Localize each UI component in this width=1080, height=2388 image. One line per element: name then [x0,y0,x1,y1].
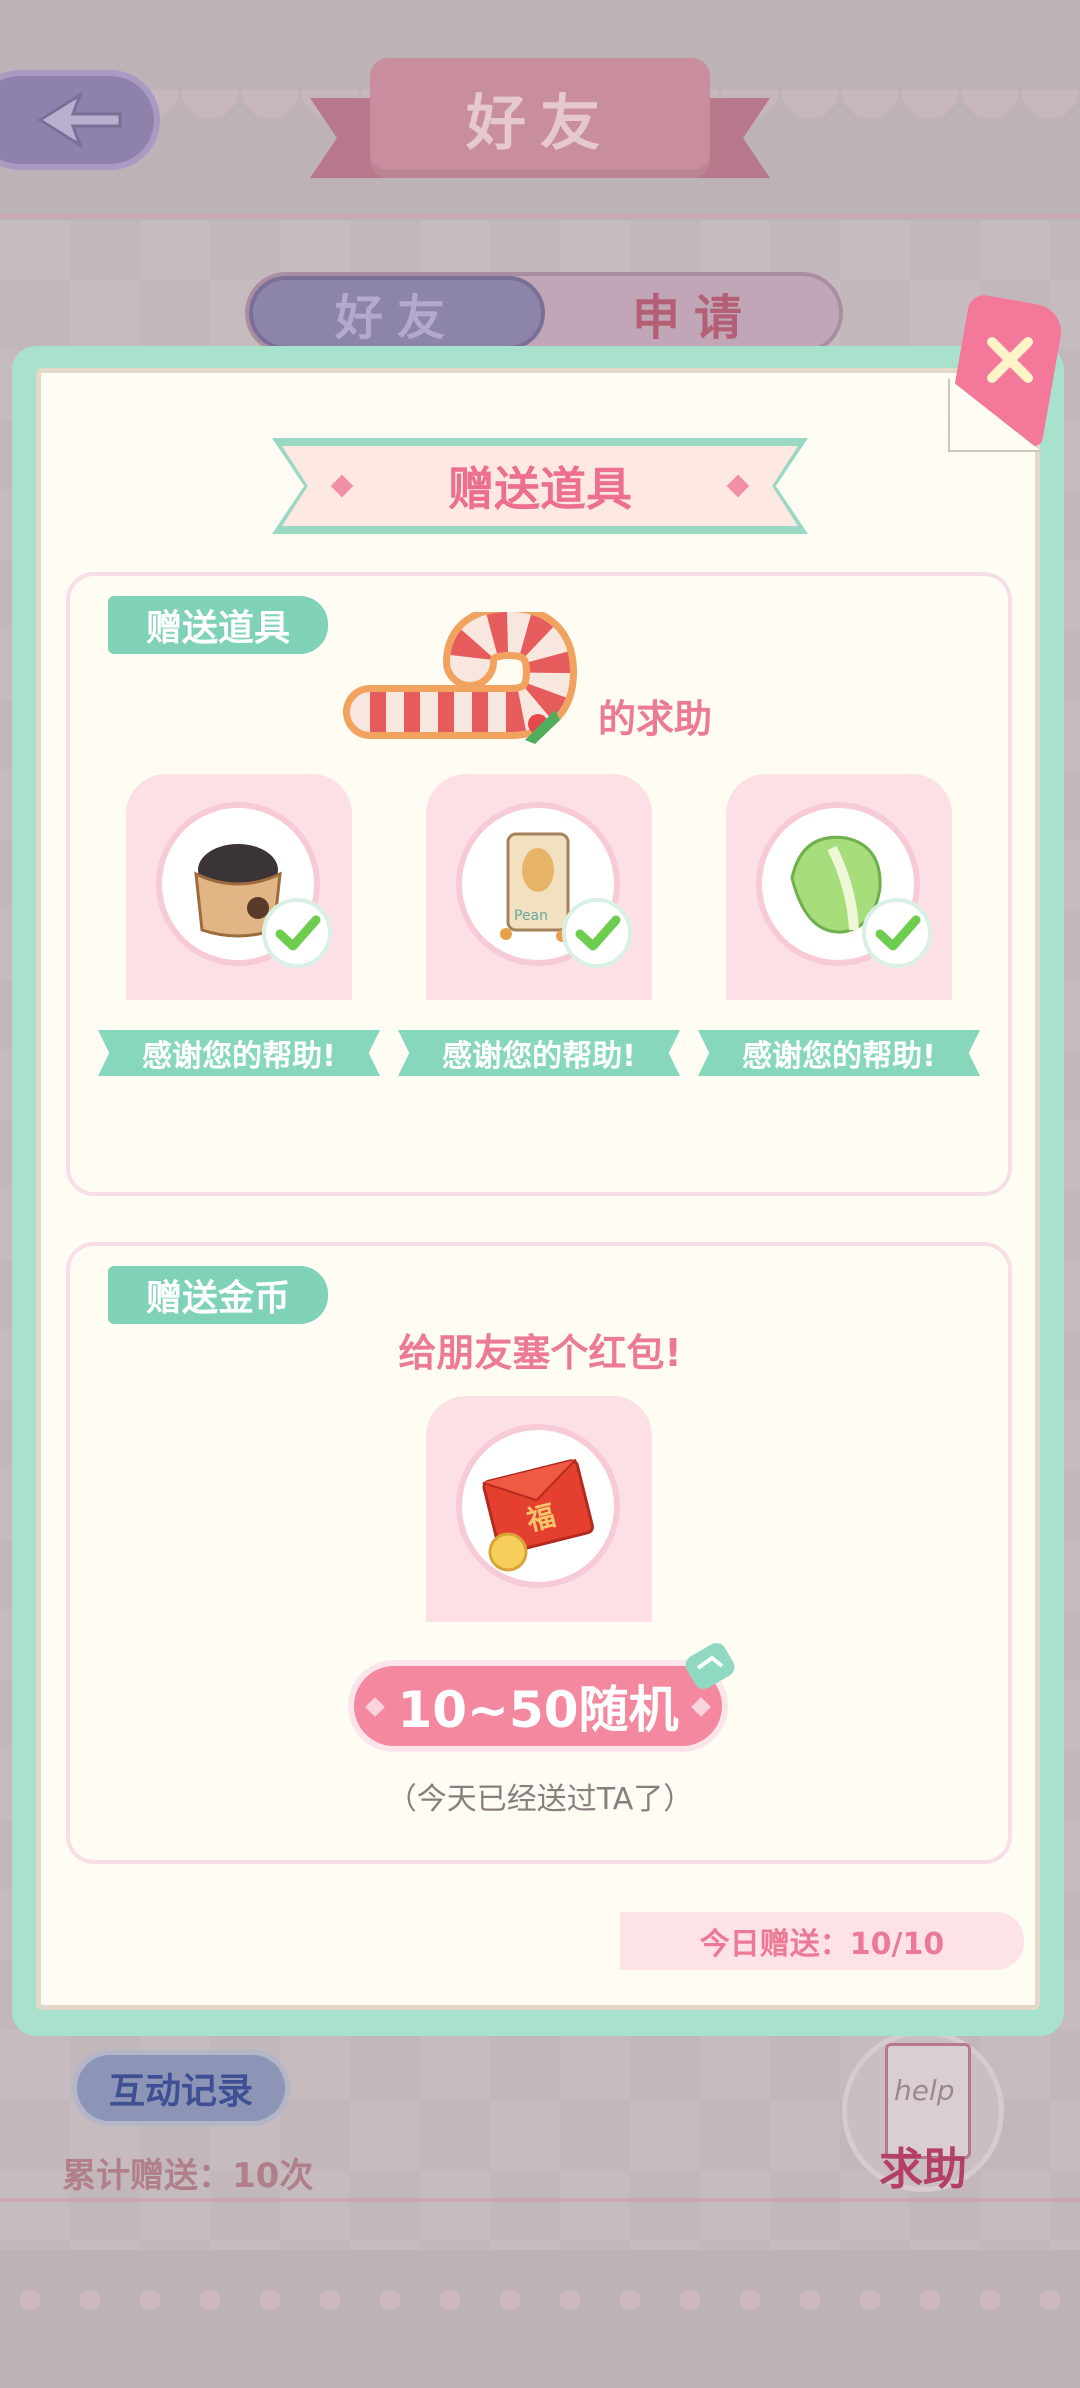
gift-items-tag: 赠送道具 [108,596,328,654]
gift-item-card-soil[interactable] [126,774,352,1000]
checkmark-icon [275,915,321,951]
already-sent-note: （今天已经送过TA了） [386,1782,694,1817]
candy-cane-icon [343,612,578,744]
peanut-pack-label: Pean [514,908,548,924]
red-envelope-icon: 福 [482,1458,594,1572]
help-label: 求助 [879,2144,967,2195]
tab-requests[interactable]: 申请 [549,276,839,350]
gift-item-card-peanuts[interactable]: Pean [426,774,652,1000]
random-coins-button[interactable]: 10~50随机 [348,1660,728,1752]
bottom-strip [0,2250,1080,2388]
tab-bar: 好友 申请 [245,272,843,354]
gift-coins-tag: 赠送金币 [108,1266,328,1324]
page-title-ribbon: 好友 [310,58,770,198]
footer-divider [0,2198,1080,2202]
checkmark-icon [575,915,621,951]
close-button[interactable] [946,292,1066,452]
interaction-record-button[interactable]: 互动记录 [72,2050,290,2126]
header-divider [0,214,1080,218]
tab-friends[interactable]: 好友 [249,276,545,350]
help-paper-text: help [894,2074,955,2107]
help-button[interactable]: help 求助 [842,2030,1004,2195]
checkmark-icon [875,915,921,951]
back-arrow-icon [37,91,122,149]
item-status-label: 感谢您的帮助! [698,1030,980,1076]
back-button[interactable] [0,70,160,170]
total-gift-count: 累计赠送：10次 [62,2156,314,2196]
dialog-title-ribbon: 赠送道具 [272,438,808,534]
random-coins-label: 10~50随机 [397,1681,679,1739]
red-packet-card[interactable]: 福 [426,1396,652,1622]
today-gift-counter: 今日赠送：10/10 [620,1912,1024,1970]
handshake-icon [685,1643,735,1689]
page-title: 好友 [466,88,614,159]
item-status-label: 感谢您的帮助! [98,1030,380,1076]
red-packet-subtitle: 给朋友塞个红包! [398,1331,682,1375]
close-icon [987,337,1033,383]
gift-item-card-cabbage[interactable] [726,774,952,1000]
dialog-title: 赠送道具 [448,462,632,516]
item-status-label: 感谢您的帮助! [398,1030,680,1076]
